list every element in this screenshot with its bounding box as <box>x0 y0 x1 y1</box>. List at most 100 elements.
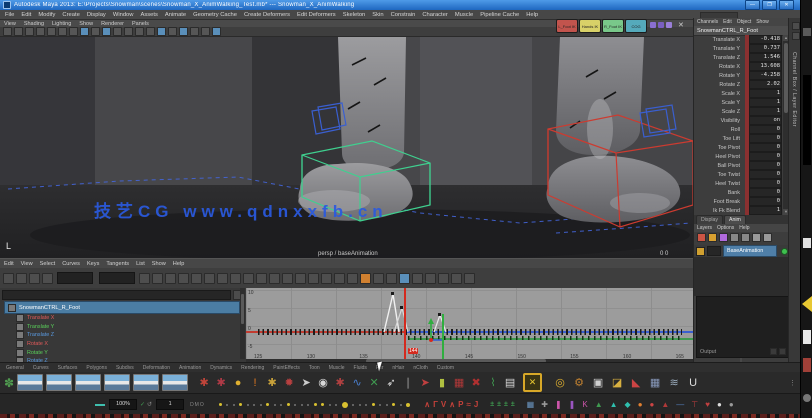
shelf-tab[interactable]: PaintEffects <box>273 365 300 371</box>
layer-tool-icon[interactable] <box>741 233 750 242</box>
shelf-icon[interactable]: ✱ <box>214 375 228 391</box>
shelf-icon[interactable]: ✹ <box>282 375 296 391</box>
channel-box-menu-item[interactable]: Show <box>756 19 769 25</box>
range-handle-icon[interactable] <box>95 404 105 406</box>
channel-value[interactable]: 0 <box>749 161 782 170</box>
wireframe-icon[interactable] <box>157 27 166 36</box>
menu-item[interactable]: Constrain <box>391 12 416 18</box>
misc-icon[interactable]: K <box>582 400 587 409</box>
image-thumbnail[interactable] <box>75 374 101 391</box>
layer-tool-icon[interactable] <box>763 233 772 242</box>
resolution-gate-icon[interactable] <box>102 27 111 36</box>
key-dot[interactable] <box>253 404 255 406</box>
channel-row[interactable]: Toe Lift 0 <box>694 134 783 143</box>
outliner-scrollbar[interactable] <box>240 288 245 359</box>
graph-tool-icon[interactable] <box>230 273 241 284</box>
misc-icon[interactable]: — <box>676 400 684 409</box>
key-dot[interactable] <box>400 404 402 406</box>
layer-editor-tab[interactable]: Display <box>696 215 723 224</box>
camera-attributes-icon[interactable] <box>25 27 34 36</box>
layer-menu-item[interactable]: Layers <box>697 225 712 231</box>
shelf-icon[interactable]: ➶ <box>384 375 398 391</box>
shelf-icon[interactable]: ➤ <box>418 375 432 391</box>
outliner-channel-row[interactable]: Rotate X <box>0 340 246 349</box>
shelf-icon[interactable]: ⌇ <box>486 375 500 391</box>
outliner-channel-row[interactable]: Translate X <box>0 314 246 323</box>
key-dot[interactable] <box>307 404 309 406</box>
shelf-tab[interactable]: nHair <box>392 365 404 371</box>
attribute-editor-icon[interactable] <box>792 22 800 30</box>
channel-row[interactable]: Visibility on <box>694 116 783 125</box>
picker-button[interactable]: Hands IK <box>579 19 601 33</box>
shelf-tab[interactable]: Deformation <box>143 365 170 371</box>
minimize-button[interactable]: — <box>745 0 760 10</box>
menu-item[interactable]: Muscle <box>455 12 473 18</box>
selected-tool-button[interactable]: ✕ <box>523 373 542 392</box>
layer-tool-icon[interactable] <box>697 233 706 242</box>
menu-item[interactable]: Create Deformers <box>244 12 290 18</box>
film-gate-icon[interactable] <box>91 27 100 36</box>
menu-item[interactable]: Assets <box>140 12 157 18</box>
menu-item[interactable]: Edit <box>21 12 31 18</box>
graph-curve-area[interactable]: 144 10 5 0 -5 12513013514014515015516016… <box>246 288 693 363</box>
key-dot[interactable] <box>335 404 337 406</box>
loop-icon[interactable]: ↺ <box>147 401 152 408</box>
graph-tool-icon[interactable] <box>399 273 410 284</box>
shelf-icon[interactable]: ≋ <box>667 375 681 391</box>
plant-icon[interactable]: ✽ <box>4 375 14 391</box>
layer-menu-item[interactable]: Help <box>739 225 749 231</box>
stats-value-field[interactable] <box>99 272 135 284</box>
marker-icon[interactable] <box>650 22 656 28</box>
misc-icon[interactable]: ● <box>650 400 655 409</box>
image-thumbnail[interactable] <box>104 374 130 391</box>
window-titlebar[interactable]: Autodesk Maya 2013: E:\Projects\Snowman\… <box>0 0 800 10</box>
key-dot[interactable] <box>287 403 290 406</box>
panel-menu-item[interactable]: Renderer <box>101 21 124 27</box>
channel-value[interactable]: 13.608 <box>749 62 782 71</box>
channel-row[interactable]: Translate X -0.418 <box>694 35 783 44</box>
misc-icon[interactable]: ❚ <box>569 400 576 409</box>
shelf-tab[interactable]: nCloth <box>413 365 427 371</box>
insert-keys-icon[interactable] <box>16 273 27 284</box>
layer-mute-icon[interactable] <box>696 247 705 256</box>
panel-menu-item[interactable]: Lighting <box>52 21 71 27</box>
menu-item[interactable]: Window <box>113 12 134 18</box>
shaded-icon[interactable] <box>168 27 177 36</box>
misc-icon[interactable]: ⊤ <box>691 400 698 409</box>
channel-row[interactable]: Heel Pivot 0 <box>694 152 783 161</box>
outliner-filter-field[interactable] <box>2 290 231 300</box>
shelf-icon[interactable]: ➤ <box>299 375 313 391</box>
layer-tool-icon[interactable] <box>719 233 728 242</box>
key-dot[interactable] <box>342 402 348 408</box>
key-dot[interactable] <box>274 404 276 406</box>
shelf-icon[interactable]: ▤ <box>503 375 517 391</box>
safe-action-icon[interactable] <box>135 27 144 36</box>
shelf-tab[interactable]: Toon <box>309 365 320 371</box>
sidebar-button[interactable] <box>803 394 811 402</box>
field-chart-icon[interactable] <box>124 27 133 36</box>
graph-editor-menu-item[interactable]: Curves <box>62 261 80 267</box>
channel-value[interactable]: 1 <box>749 107 782 116</box>
channel-box-tab[interactable]: Channel Box / Layer Editor <box>791 52 797 127</box>
channel-value[interactable]: 1 <box>749 206 782 215</box>
key-dot[interactable] <box>379 404 381 406</box>
channel-row[interactable]: Translate Y 0.737 <box>694 44 783 53</box>
misc-icon[interactable]: ▦ <box>527 400 535 409</box>
menu-item[interactable]: File <box>5 12 14 18</box>
channel-value[interactable]: 0 <box>749 197 782 206</box>
shelf-icon[interactable]: ● <box>231 375 245 391</box>
sidebar-thumb[interactable] <box>803 330 811 344</box>
outliner-channel-row[interactable]: Translate Z <box>0 331 246 340</box>
channel-row[interactable]: Scale X 1 <box>694 89 783 98</box>
menu-item[interactable]: Edit Deformers <box>297 12 336 18</box>
channel-value[interactable]: 0 <box>749 179 782 188</box>
shelf-tab[interactable]: Custom <box>437 365 454 371</box>
outliner-selected-object[interactable]: SnowmanCTRL_R_Foot <box>4 301 240 314</box>
channel-row[interactable]: Ball Pivot 0 <box>694 161 783 170</box>
menu-item[interactable]: Modify <box>38 12 55 18</box>
graph-editor-menu-item[interactable]: Help <box>173 261 185 267</box>
shelf-icon[interactable]: U <box>686 375 700 391</box>
graph-editor-menu-item[interactable]: Select <box>40 261 56 267</box>
graph-editor-menu-item[interactable]: Tangents <box>106 261 129 267</box>
shelf-icon[interactable]: ▦ <box>452 375 466 391</box>
